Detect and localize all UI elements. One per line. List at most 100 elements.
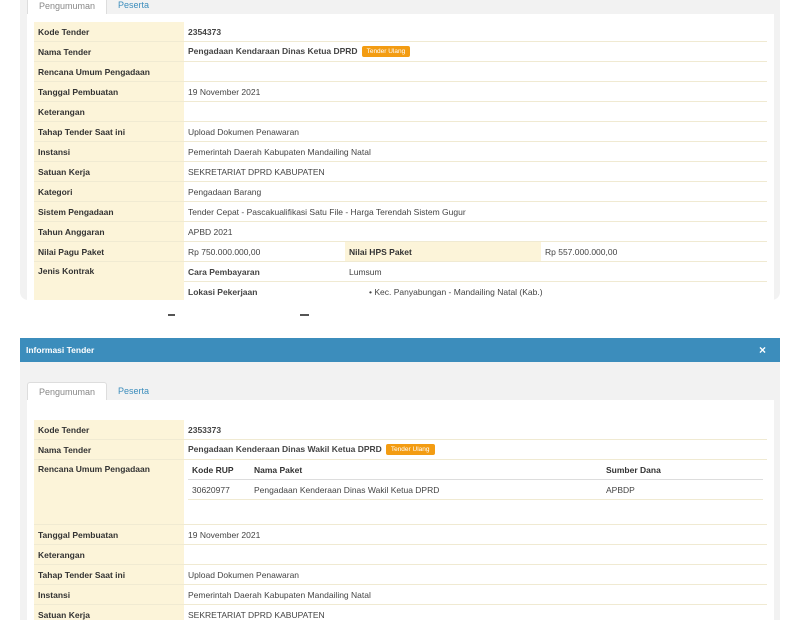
cara-pembayaran-label: Cara Pembayaran — [184, 261, 345, 282]
lokasi-cell: • Kec. Panyabungan - Mandailing Natal (K… — [345, 281, 768, 300]
instansi-value: Pemerintah Daerah Kabupaten Mandailing N… — [184, 584, 767, 605]
satuan-kerja-value: SEKRETARIAT DPRD KABUPATEN — [184, 604, 767, 620]
field-label: Kode Tender — [34, 22, 184, 42]
instansi-value: Pemerintah Daerah Kabupaten Mandailing N… — [184, 141, 768, 162]
divider-dash — [168, 314, 175, 316]
column-header: Sumber Dana — [602, 460, 763, 480]
column-header: Kode RUP — [188, 460, 250, 480]
table-row: Tahun Anggaran APBD 2021 — [34, 221, 768, 242]
field-label: Jenis Kontrak — [34, 261, 184, 300]
field-label: Nilai HPS Paket — [345, 241, 541, 262]
tab-peserta[interactable]: Peserta — [107, 0, 160, 14]
kode-tender-value: 2354373 — [184, 22, 768, 42]
nama-tender-value: Pengadaan Kenderaan Dinas Wakil Ketua DP… — [188, 443, 382, 454]
field-label: Rencana Umum Pengadaan — [34, 61, 184, 82]
sumber-dana-cell: APBDP — [602, 479, 763, 500]
nama-paket-cell: Pengadaan Kenderaan Dinas Wakil Ketua DP… — [250, 479, 602, 500]
rup-value — [184, 61, 768, 82]
table-row: Rencana Umum Pengadaan Kode RUP Nama Pak… — [34, 459, 767, 525]
close-icon[interactable]: × — [759, 338, 766, 362]
field-label: Satuan Kerja — [34, 604, 184, 620]
field-label: Nama Tender — [34, 41, 184, 62]
tanggal-value: 19 November 2021 — [184, 524, 767, 545]
top-tabs: Pengumuman Peserta — [27, 0, 160, 15]
table-row: Rencana Umum Pengadaan — [34, 61, 768, 82]
table-row: Nilai Pagu Paket Rp 750.000.000,00 Nilai… — [34, 241, 768, 262]
table-row: Instansi Pemerintah Daerah Kabupaten Man… — [34, 141, 768, 162]
tahun-value: APBD 2021 — [184, 221, 768, 242]
satuan-kerja-value: SEKRETARIAT DPRD KABUPATEN — [184, 161, 768, 182]
lokasi-value: Kec. Panyabungan - Mandailing Natal (Kab… — [374, 286, 543, 297]
field-label: Instansi — [34, 584, 184, 605]
table-row: Jenis Kontrak Cara Pembayaran Lumsum — [34, 261, 768, 300]
table-row: Sistem Pengadaan Tender Cepat - Pascakua… — [34, 201, 768, 222]
tender-detail-table: Kode Tender 2354373 Nama Tender Pengadaa… — [34, 22, 768, 300]
table-row: Keterangan — [34, 101, 768, 122]
field-label: Nilai Pagu Paket — [34, 241, 184, 262]
bullet-icon: • — [369, 286, 372, 297]
rup-row: 30620977 Pengadaan Kenderaan Dinas Wakil… — [188, 479, 763, 500]
table-row: Nama Tender Pengadaan Kendaraan Dinas Ke… — [34, 41, 768, 62]
table-row: Kode Tender 2354373 — [34, 22, 768, 42]
tahap-link[interactable]: Upload Dokumen Penawaran — [184, 564, 767, 585]
field-label: Keterangan — [34, 544, 184, 565]
top-detail-content: Kode Tender 2354373 Nama Tender Pengadaa… — [27, 14, 774, 300]
rup-cell: Kode RUP Nama Paket Sumber Dana 30620977… — [184, 459, 767, 525]
cara-pembayaran-value: Lumsum — [345, 261, 768, 282]
table-row: Satuan Kerja SEKRETARIAT DPRD KABUPATEN — [34, 604, 767, 620]
kode-tender-value: 2353373 — [184, 420, 767, 440]
top-tender-panel: Pengumuman Peserta Kode Tender 2354373 N… — [20, 0, 780, 300]
field-label: Tahap Tender Saat ini — [34, 121, 184, 142]
dialog-header: Informasi Tender × — [20, 338, 780, 362]
table-row: Satuan Kerja SEKRETARIAT DPRD KABUPATEN — [34, 161, 768, 182]
dialog-body: Pengumuman Peserta Kode Tender 2353373 N… — [20, 362, 780, 620]
field-label: Tanggal Pembuatan — [34, 524, 184, 545]
kategori-value: Pengadaan Barang — [184, 181, 768, 202]
field-label: Keterangan — [34, 101, 184, 122]
field-label: Instansi — [34, 141, 184, 162]
table-row: Tanggal Pembuatan 19 November 2021 — [34, 524, 767, 545]
tab-pengumuman[interactable]: Pengumuman — [27, 0, 108, 15]
dialog-detail-content: Kode Tender 2353373 Nama Tender Pengadaa… — [27, 400, 774, 620]
table-row: Tahap Tender Saat ini Upload Dokumen Pen… — [34, 121, 768, 142]
dialog-detail-table: Kode Tender 2353373 Nama Tender Pengadaa… — [34, 420, 767, 620]
field-label: Tahun Anggaran — [34, 221, 184, 242]
nama-tender-value: Pengadaan Kendaraan Dinas Ketua DPRD — [188, 45, 358, 56]
dialog-title: Informasi Tender — [26, 345, 95, 355]
tab-peserta[interactable]: Peserta — [107, 382, 160, 400]
field-label: Sistem Pengadaan — [34, 201, 184, 222]
table-row: Keterangan — [34, 544, 767, 565]
table-row: Kategori Pengadaan Barang — [34, 181, 768, 202]
rup-header-row: Kode RUP Nama Paket Sumber Dana — [188, 460, 763, 480]
sistem-value: Tender Cepat - Pascakualifikasi Satu Fil… — [184, 201, 768, 222]
field-label: Nama Tender — [34, 439, 184, 460]
pagu-value: Rp 750.000.000,00 — [184, 241, 345, 262]
table-row: Tanggal Pembuatan 19 November 2021 — [34, 81, 768, 102]
table-row: Instansi Pemerintah Daerah Kabupaten Man… — [34, 584, 767, 605]
field-label: Tanggal Pembuatan — [34, 81, 184, 102]
hps-value: Rp 557.000.000,00 — [541, 241, 768, 262]
field-label: Kategori — [34, 181, 184, 202]
rup-table: Kode RUP Nama Paket Sumber Dana 30620977… — [188, 460, 763, 500]
kode-rup-cell: 30620977 — [188, 479, 250, 500]
lokasi-label: Lokasi Pekerjaan — [184, 281, 345, 300]
column-header: Nama Paket — [250, 460, 602, 480]
divider-dash — [300, 314, 309, 316]
field-label: Kode Tender — [34, 420, 184, 440]
nama-tender-cell: Pengadaan Kendaraan Dinas Ketua DPRD Tend… — [184, 41, 768, 62]
tanggal-value: 19 November 2021 — [184, 81, 768, 102]
tahap-link[interactable]: Upload Dokumen Penawaran — [184, 121, 768, 142]
tender-ulang-badge: Tender Ulang — [361, 46, 411, 58]
dialog-tabs: Pengumuman Peserta — [27, 382, 160, 401]
field-label: Satuan Kerja — [34, 161, 184, 182]
keterangan-value — [184, 544, 767, 565]
field-label: Tahap Tender Saat ini — [34, 564, 184, 585]
table-row: Kode Tender 2353373 — [34, 420, 767, 440]
keterangan-value — [184, 101, 768, 122]
nama-tender-cell: Pengadaan Kenderaan Dinas Wakil Ketua DP… — [184, 439, 767, 460]
table-row: Nama Tender Pengadaan Kenderaan Dinas Wa… — [34, 439, 767, 460]
tab-pengumuman[interactable]: Pengumuman — [27, 382, 108, 401]
field-label: Rencana Umum Pengadaan — [34, 459, 184, 525]
table-row: Tahap Tender Saat ini Upload Dokumen Pen… — [34, 564, 767, 585]
tender-ulang-badge: Tender Ulang — [385, 444, 435, 456]
